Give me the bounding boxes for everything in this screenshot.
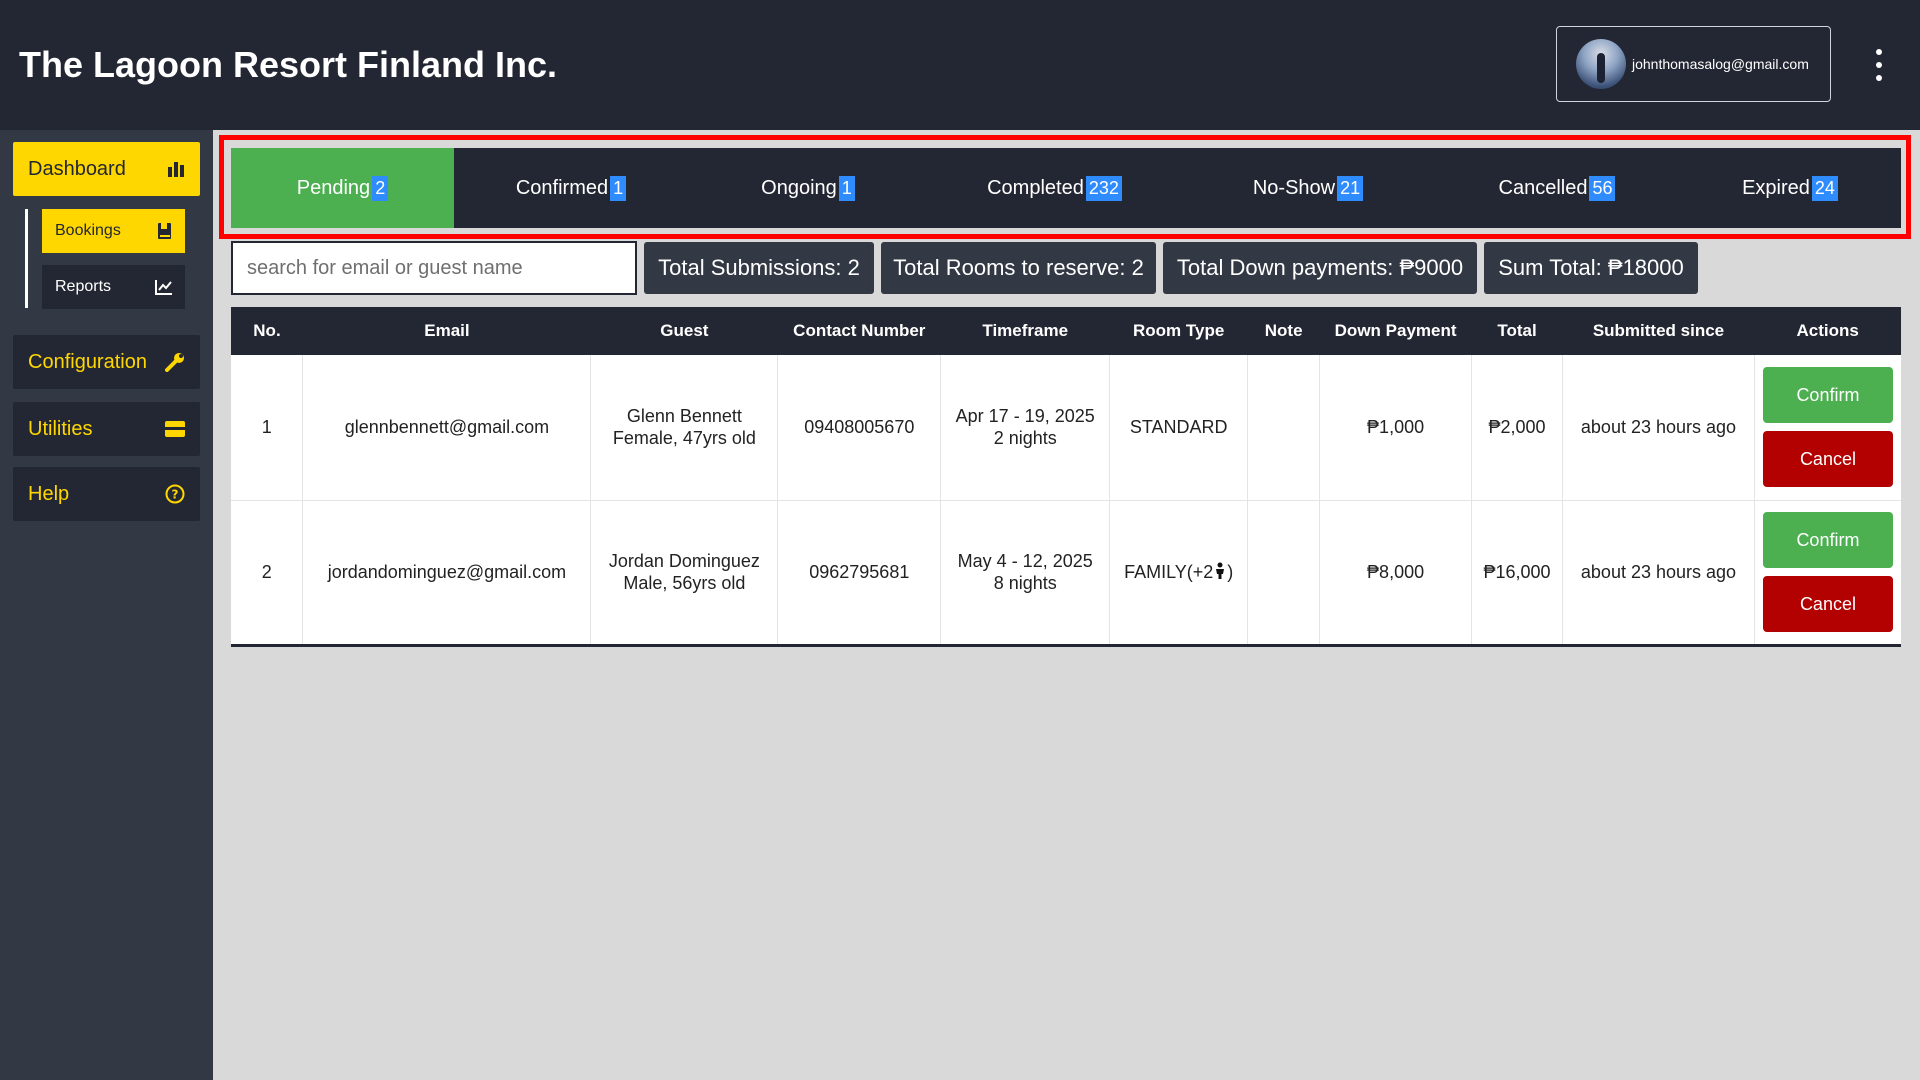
sidebar-item-configuration[interactable]: Configuration [13,335,200,389]
table-header-row: No. Email Guest Contact Number Timeframe… [231,307,1901,355]
sidebar-item-label: Bookings [55,222,121,239]
note [1247,500,1321,647]
total-amount: ₱2,000 [1471,355,1564,501]
submitted-since: about 23 hours ago [1562,500,1755,647]
sidebar-item-bookings[interactable]: Bookings [42,209,185,253]
room-type-cell: FAMILY(+2) [1109,500,1249,647]
submitted-since: about 23 hours ago [1562,355,1755,501]
tab-ongoing[interactable]: Ongoing 1 [688,148,928,228]
timeframe-cell: Apr 17 - 19, 2025 2 nights [940,355,1111,501]
wrench-icon [165,352,185,372]
total-downpayments-stat: Total Down payments: ₱9000 [1163,242,1477,294]
status-tabs: Pending 2 Confirmed 1 Ongoing 1 Completed 23… [231,148,1901,228]
card-icon [165,421,185,437]
column-header: Total [1497,321,1537,340]
tab-cancelled[interactable]: Cancelled 56 [1435,148,1679,228]
tab-completed[interactable]: Completed 232 [928,148,1181,228]
column-header: No. [253,321,281,340]
total-amount: ₱16,000 [1471,500,1564,647]
sidebar-item-label: Dashboard [28,157,126,180]
column-header: Room Type [1133,321,1225,340]
count-badge: 56 [1589,175,1616,201]
total-rooms-stat: Total Rooms to reserve: 2 [881,242,1156,294]
svg-text:?: ? [172,488,179,502]
more-options-icon[interactable] [1868,49,1890,81]
table-row: 2 jordandominguez@gmail.com Jordan Domin… [231,500,1901,647]
down-payment: ₱1,000 [1319,355,1473,501]
search-input[interactable] [231,241,637,295]
sidebar-item-label: Reports [55,278,112,295]
bar-chart-icon [167,160,185,178]
room-type: STANDARD [1109,355,1249,501]
timeframe-dates: May 4 - 12, 2025 [957,551,1093,571]
contact-number: 09408005670 [777,355,942,501]
sidebar-item-reports[interactable]: Reports [42,265,185,309]
row-number: 2 [231,500,304,647]
person-icon [1214,562,1226,580]
tab-confirmed[interactable]: Confirmed 1 [454,148,688,228]
count-badge: 1 [838,175,855,201]
sidebar-item-label: Help [28,482,70,505]
column-header: Actions [1796,321,1859,340]
column-header: Submitted since [1592,321,1725,340]
account-button[interactable]: johnthomasalog@gmail.com [1556,26,1831,102]
column-header: Note [1264,321,1303,340]
confirm-button[interactable]: Confirm [1762,367,1893,424]
sidebar-item-utilities[interactable]: Utilities [13,402,200,456]
submenu-rail [25,209,28,308]
count-badge: 24 [1811,175,1838,201]
guest-email: jordandominguez@gmail.com [302,500,592,647]
note [1247,355,1321,501]
sidebar-item-label: Utilities [28,417,93,440]
timeframe-nights: 8 nights [993,573,1057,593]
column-header: Guest [660,321,709,340]
timeframe-cell: May 4 - 12, 2025 8 nights [940,500,1111,647]
contact-number: 0962795681 [777,500,942,647]
guest-cell: Glenn Bennett Female, 47yrs old [590,355,779,501]
sidebar: Dashboard Bookings Reports Configuration… [0,130,213,1080]
count-badge: 232 [1085,175,1122,201]
total-submissions-stat: Total Submissions: 2 [644,242,874,294]
app-title: The Lagoon Resort Finland Inc. [19,44,558,85]
avatar [1576,39,1626,89]
confirm-button[interactable]: Confirm [1762,512,1893,568]
guest-name: Jordan Dominguez [608,551,760,571]
cancel-button[interactable]: Cancel [1762,431,1893,488]
sidebar-item-dashboard[interactable]: Dashboard [13,142,200,196]
column-header: Email [424,321,470,340]
tab-no-show[interactable]: No-Show 21 [1181,148,1435,228]
tab-pending[interactable]: Pending 2 [231,148,454,228]
timeframe-dates: Apr 17 - 19, 2025 [955,406,1095,427]
column-header: Contact Number [793,321,926,340]
guest-email: glennbennett@gmail.com [302,355,592,501]
sum-total-stat: Sum Total: ₱18000 [1484,242,1698,294]
book-icon [157,222,173,240]
top-bar: The Lagoon Resort Finland Inc. johnthoma… [0,0,1920,130]
room-type-suffix: ) [1227,562,1234,582]
tab-expired[interactable]: Expired 24 [1679,148,1901,228]
count-badge: 2 [372,175,389,201]
count-badge: 21 [1337,175,1364,201]
down-payment: ₱8,000 [1319,500,1473,647]
sidebar-item-help[interactable]: Help ? [13,467,200,521]
guest-cell: Jordan Dominguez Male, 56yrs old [590,500,779,647]
help-circle-icon: ? [165,484,185,504]
column-header: Down Payment [1334,321,1457,340]
room-type: FAMILY(+2 [1124,562,1214,582]
guest-info: Male, 56yrs old [623,573,746,593]
actions-cell: Confirm Cancel [1754,355,1901,501]
timeframe-nights: 2 nights [993,428,1057,449]
column-header: Timeframe [982,321,1069,340]
guest-info: Female, 47yrs old [612,428,756,449]
line-chart-icon [155,279,173,295]
guest-name: Glenn Bennett [626,406,742,427]
cancel-button[interactable]: Cancel [1762,576,1893,632]
actions-cell: Confirm Cancel [1754,500,1901,647]
row-number: 1 [231,355,304,501]
bookings-table: No. Email Guest Contact Number Timeframe… [231,307,1901,647]
account-email: johnthomasalog@gmail.com [1632,56,1809,72]
table-row: 1 glennbennett@gmail.com Glenn Bennett F… [231,355,1901,501]
sidebar-item-label: Configuration [28,350,147,373]
count-badge: 1 [610,175,627,201]
